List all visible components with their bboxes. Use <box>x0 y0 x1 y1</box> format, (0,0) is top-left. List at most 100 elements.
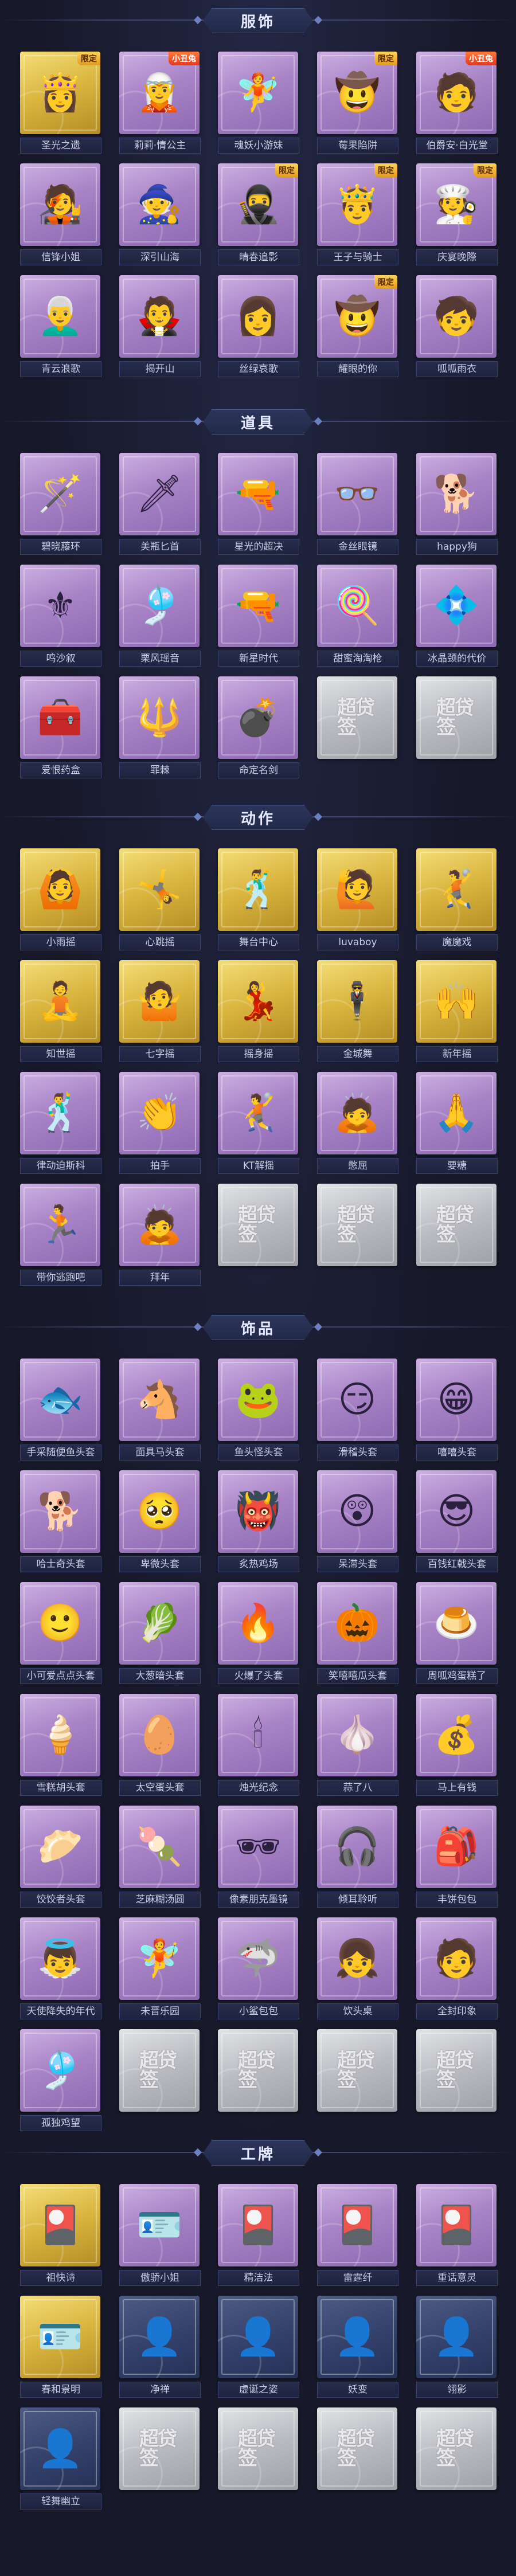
item-card[interactable]: 👨‍🦳 <box>20 275 100 358</box>
item-card[interactable]: 🐸 <box>218 1359 298 1441</box>
item-card[interactable]: 超贷签 <box>218 2029 298 2112</box>
item-card[interactable]: 👼 <box>20 1917 100 2000</box>
item-card[interactable]: 🪪 <box>119 2184 200 2266</box>
inventory-item[interactable]: 👤 轻舞幽立 <box>20 2407 101 2511</box>
item-card[interactable]: 👧 <box>317 1917 397 2000</box>
item-card[interactable]: 🙋 <box>317 848 397 931</box>
item-card[interactable]: 🧚 <box>119 1917 200 2000</box>
item-card[interactable]: 🐕 <box>20 1470 100 1553</box>
inventory-item[interactable]: 🙋 luvaboy <box>317 848 398 952</box>
inventory-item[interactable]: 👤 妖变 <box>317 2296 398 2399</box>
inventory-item[interactable]: 🥚 太空蛋头套 <box>119 1694 201 1797</box>
inventory-item[interactable]: 🙇 拜年 <box>119 1184 201 1287</box>
inventory-item[interactable]: 🕺 律动迫斯科 <box>20 1072 101 1175</box>
inventory-item[interactable]: 🍭 甜蜜淘淘枪 <box>317 565 398 668</box>
inventory-item[interactable]: 🧰 爱恨药盒 <box>20 676 101 780</box>
inventory-item[interactable]: 🧑 全封印象 <box>416 1917 498 2021</box>
item-card[interactable]: 🧄 <box>317 1694 397 1776</box>
item-card[interactable]: 👤 <box>317 2296 397 2378</box>
inventory-item[interactable]: 🏃 带你逃跑吧 <box>20 1184 101 1287</box>
item-card[interactable]: 🧚 <box>218 52 298 134</box>
item-card[interactable]: 🐴 <box>119 1359 200 1441</box>
item-card[interactable]: 👏 <box>119 1072 200 1154</box>
item-card[interactable]: 超贷签 <box>317 2029 397 2112</box>
item-card[interactable]: 超贷签 <box>416 1184 497 1266</box>
item-card[interactable]: 🙆 <box>20 848 100 931</box>
inventory-item[interactable]: 👼 天使降失的年代 <box>20 1917 101 2021</box>
inventory-item[interactable]: 🪪 傲骄小姐 <box>119 2184 201 2287</box>
item-card[interactable]: 🧙 <box>119 163 200 246</box>
item-card[interactable]: 🥷 限定 <box>218 163 298 246</box>
item-card[interactable]: 🦈 <box>218 1917 298 2000</box>
inventory-item[interactable]: 🧑 小丑兔 伯爵安·白光堂 <box>416 52 498 155</box>
inventory-item[interactable]: 🕯 烛光纪念 <box>218 1694 299 1797</box>
item-card[interactable]: 😎 <box>416 1470 497 1553</box>
item-card[interactable]: 超贷签 <box>416 2407 497 2490</box>
inventory-item[interactable]: 🍮 周呱鸡蛋糕了 <box>416 1582 498 1685</box>
inventory-item[interactable]: 🎐 孤独鸡望 <box>20 2029 101 2132</box>
item-card[interactable]: 🧰 <box>20 676 100 759</box>
item-card[interactable]: 🎒 <box>416 1806 497 1888</box>
item-card[interactable]: 超贷签 <box>416 2029 497 2112</box>
item-card[interactable]: 💃 <box>218 960 298 1043</box>
inventory-item[interactable]: 🤴 限定 王子与骑士 <box>317 163 398 267</box>
item-card[interactable]: 😲 <box>317 1470 397 1553</box>
item-card[interactable]: 🕺 <box>20 1072 100 1154</box>
inventory-item[interactable]: 💠 冰晶颈的代价 <box>416 565 498 668</box>
item-card[interactable]: 🐕 <box>416 453 497 535</box>
inventory-item[interactable]: 🥟 饺饺者头套 <box>20 1806 101 1909</box>
empty-slot[interactable]: 超贷签 <box>317 2407 397 2511</box>
item-card[interactable]: 🧑‍🎤 <box>20 163 100 246</box>
inventory-item[interactable]: 🎒 丰饼包包 <box>416 1806 498 1909</box>
inventory-item[interactable]: 🧚 未晋乐园 <box>119 1917 201 2021</box>
inventory-item[interactable]: 🔥 火爆了头套 <box>218 1582 299 1685</box>
inventory-item[interactable]: 🤾 魔魔戏 <box>416 848 498 952</box>
item-card[interactable]: 🧛 <box>119 275 200 358</box>
inventory-item[interactable]: 🎐 栗风瑶音 <box>119 565 201 668</box>
inventory-item[interactable]: 🧝 小丑兔 莉莉·情公主 <box>119 52 201 155</box>
inventory-item[interactable]: 🙆 小雨摇 <box>20 848 101 952</box>
inventory-item[interactable]: 👤 虚诞之姿 <box>218 2296 299 2399</box>
item-card[interactable]: 👸 限定 <box>20 52 100 134</box>
inventory-item[interactable]: 🙇 憋屈 <box>317 1072 398 1175</box>
item-card[interactable]: 🥺 <box>119 1470 200 1553</box>
item-card[interactable]: 🙏 <box>416 1072 497 1154</box>
inventory-item[interactable]: 👨‍🦳 青云浪歌 <box>20 275 101 378</box>
inventory-item[interactable]: 👤 净禅 <box>119 2296 201 2399</box>
inventory-item[interactable]: 🤸 心跳摇 <box>119 848 201 952</box>
item-card[interactable]: 超贷签 <box>218 2407 298 2490</box>
item-card[interactable]: 🤴 限定 <box>317 163 397 246</box>
item-card[interactable]: 🥚 <box>119 1694 200 1776</box>
inventory-item[interactable]: 🔫 新星时代 <box>218 565 299 668</box>
inventory-item[interactable]: 🔫 星光的超决 <box>218 453 299 556</box>
item-card[interactable]: 🔫 <box>218 453 298 535</box>
inventory-item[interactable]: 🧘 知世摇 <box>20 960 101 1063</box>
item-card[interactable]: 🎧 <box>317 1806 397 1888</box>
empty-slot[interactable]: 超贷签 <box>416 676 497 780</box>
empty-slot[interactable]: 超贷签 <box>416 1184 497 1287</box>
inventory-item[interactable]: 🦈 小鲨包包 <box>218 1917 299 2021</box>
item-card[interactable]: 🧝 小丑兔 <box>119 52 200 134</box>
inventory-item[interactable]: 🐟 手采随便鱼头套 <box>20 1359 101 1462</box>
item-card[interactable]: 🧘 <box>20 960 100 1043</box>
inventory-item[interactable]: 🔱 罪棘 <box>119 676 201 780</box>
inventory-item[interactable]: 🤠 限定 耀眼的你 <box>317 275 398 378</box>
inventory-item[interactable]: 🗡 美瓶匕首 <box>119 453 201 556</box>
item-card[interactable]: 😁 <box>416 1359 497 1441</box>
inventory-item[interactable]: 👏 拍手 <box>119 1072 201 1175</box>
inventory-item[interactable]: 🕴 金城舞 <box>317 960 398 1063</box>
empty-slot[interactable]: 超贷签 <box>119 2407 200 2511</box>
item-card[interactable]: 🧑‍🍳 限定 <box>416 163 497 246</box>
inventory-item[interactable]: 🥺 卑微头套 <box>119 1470 201 1573</box>
empty-slot[interactable]: 超贷签 <box>218 1184 298 1287</box>
inventory-item[interactable]: 🥷 限定 晴春追影 <box>218 163 299 267</box>
inventory-item[interactable]: 👓 金丝眼镜 <box>317 453 398 556</box>
empty-slot[interactable]: 超贷签 <box>218 2029 298 2132</box>
item-card[interactable]: 👤 <box>119 2296 200 2378</box>
inventory-item[interactable]: 🐴 面具马头套 <box>119 1359 201 1462</box>
inventory-item[interactable]: 😁 嘻嘻头套 <box>416 1359 498 1462</box>
item-card[interactable]: 🔫 <box>218 565 298 647</box>
inventory-item[interactable]: 🧑‍🍳 限定 庆宴晚際 <box>416 163 498 267</box>
item-card[interactable]: 👤 <box>20 2407 100 2490</box>
item-card[interactable]: 🙇 <box>317 1072 397 1154</box>
